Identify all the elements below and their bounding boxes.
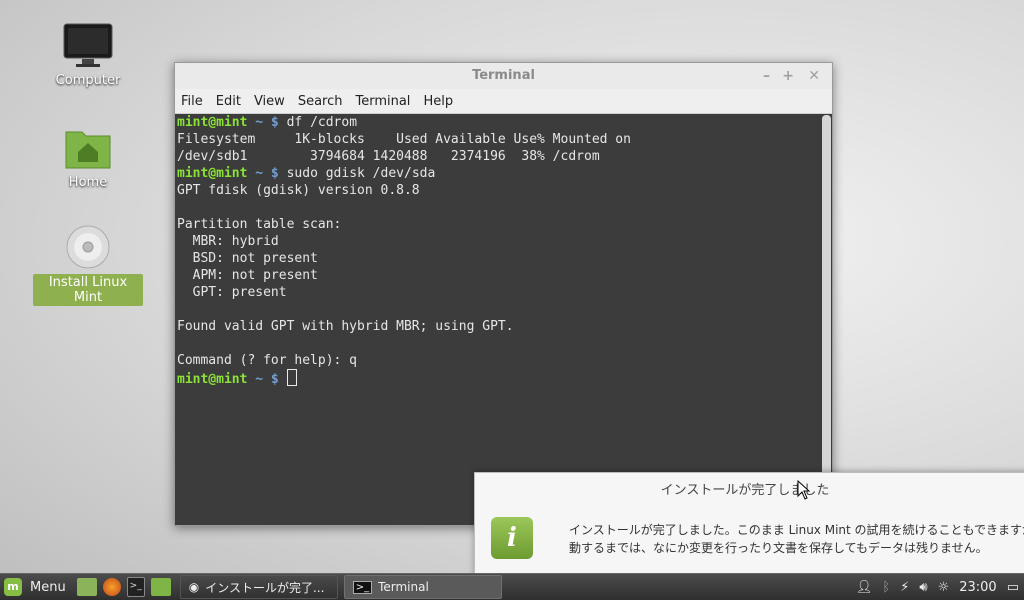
maximize-icon[interactable]: + xyxy=(782,63,794,89)
minimize-icon[interactable]: – xyxy=(763,63,770,89)
terminal-command-line: mint@mint ~ $ xyxy=(177,369,818,388)
desktop-icon-label: Install Linux Mint xyxy=(33,274,143,306)
notification-body: インストールが完了しました。このまま Linux Mint の試用を続けることも… xyxy=(569,521,1024,557)
terminal-output-line: Filesystem 1K-blocks Used Available Use%… xyxy=(177,132,631,147)
menu-search[interactable]: Search xyxy=(298,94,343,109)
prompt-path: ~ $ xyxy=(247,166,287,181)
command-text: df /cdrom xyxy=(286,115,358,130)
menu-help[interactable]: Help xyxy=(423,94,453,109)
volume-icon[interactable]: 🔊︎ xyxy=(919,580,927,595)
desktop-icon-computer[interactable]: Computer xyxy=(33,22,143,89)
mouse-pointer-icon xyxy=(797,480,811,500)
terminal-output-line: /dev/sdb1 3794684 1420488 2374196 38% /c… xyxy=(177,149,600,164)
firefox-icon[interactable] xyxy=(102,578,121,596)
prompt-user: mint@mint xyxy=(177,372,248,387)
terminal-output-line: BSD: not present xyxy=(177,251,318,266)
terminal-output[interactable]: mint@mint ~ $ df /cdrom Filesystem 1K-blo… xyxy=(175,113,820,525)
prompt-path: ~ $ xyxy=(247,115,287,130)
terminal-cursor xyxy=(286,369,297,386)
notification-line: インストールが完了しました。このまま Linux Mint の試用を続けることも… xyxy=(569,523,1024,537)
terminal-command-line: mint@mint ~ $ sudo gdisk /dev/sda xyxy=(177,165,818,182)
clock[interactable]: 23:00 xyxy=(959,580,996,595)
terminal-output-line: Partition table scan: xyxy=(177,217,342,232)
show-desktop-icon[interactable] xyxy=(76,578,97,596)
menu-file[interactable]: File xyxy=(181,94,203,109)
prompt-path: ~ $ xyxy=(247,372,287,387)
desktop-icon-install[interactable]: Install Linux Mint xyxy=(33,224,143,306)
brightness-icon[interactable]: ☼ xyxy=(938,580,950,595)
terminal-output-line: GPT fdisk (gdisk) version 0.8.8 xyxy=(177,183,420,198)
notification-title: インストールが完了しました xyxy=(660,483,830,498)
system-tray: 👤︎ ᛒ ⚡︎ 🔊︎ ☼ 23:00 ▭ xyxy=(851,580,1024,595)
menu-terminal[interactable]: Terminal xyxy=(355,94,410,109)
taskbar-item-terminal[interactable]: >_ Terminal xyxy=(343,575,502,599)
files-launcher-icon[interactable] xyxy=(150,578,171,596)
home-folder-icon xyxy=(65,131,111,169)
cd-small-icon: ◉ xyxy=(188,580,200,594)
desktop-icon-label: Home xyxy=(68,175,108,190)
prompt-user: mint@mint xyxy=(177,115,248,130)
user-icon[interactable]: 👤︎ xyxy=(856,580,873,595)
close-icon[interactable]: ✕ xyxy=(808,63,820,89)
terminal-command-line: mint@mint ~ $ df /cdrom xyxy=(177,114,818,131)
terminal-output-line: Found valid GPT with hybrid MBR; using G… xyxy=(177,319,514,334)
window-title: Terminal xyxy=(472,68,535,83)
install-complete-notification[interactable]: インストールが完了しました i インストールが完了しました。このまま Linux… xyxy=(474,472,1024,578)
desktop-icon-home[interactable]: Home xyxy=(33,126,143,191)
terminal-output-line: GPT: present xyxy=(177,285,287,300)
terminal-launcher-icon[interactable]: >_ xyxy=(126,577,145,597)
mint-logo-icon: m xyxy=(4,578,22,596)
terminal-output-line: APM: not present xyxy=(177,268,318,283)
task-label: Terminal xyxy=(378,580,429,594)
terminal-output-line: MBR: hybrid xyxy=(177,234,279,249)
bluetooth-icon[interactable]: ᛒ xyxy=(882,580,890,595)
monitor-icon xyxy=(63,23,113,67)
prompt-user: mint@mint xyxy=(177,166,248,181)
network-icon[interactable]: ⚡︎ xyxy=(900,580,909,595)
taskbar-item-notification[interactable]: ◉ インストールが完了... xyxy=(179,575,338,599)
menu-edit[interactable]: Edit xyxy=(216,94,241,109)
menu-label: Menu xyxy=(30,579,66,595)
task-label: インストールが完了... xyxy=(205,580,325,595)
display-icon[interactable]: ▭ xyxy=(1007,580,1019,595)
cd-icon xyxy=(66,225,110,269)
menu-view[interactable]: View xyxy=(254,94,285,109)
terminal-menubar: File Edit View Search Terminal Help xyxy=(175,89,832,114)
bottom-panel: m Menu >_ ◉ インストールが完了... >_ Terminal 👤︎ … xyxy=(0,573,1024,600)
terminal-titlebar[interactable]: Terminal – + ✕ xyxy=(175,63,832,89)
terminal-window[interactable]: Terminal – + ✕ File Edit View Search Ter… xyxy=(174,62,833,526)
notification-line: 動するまでは、なにか変更を行ったり文書を保存してもデータは残りません。 xyxy=(569,541,988,555)
info-icon: i xyxy=(491,517,533,559)
desktop-icon-label: Computer xyxy=(55,73,121,88)
terminal-output-line: Command (? for help): q xyxy=(177,353,358,368)
menu-button[interactable]: m Menu xyxy=(0,574,74,600)
command-text: sudo gdisk /dev/sda xyxy=(286,166,436,181)
terminal-scrollbar[interactable] xyxy=(822,115,831,523)
terminal-small-icon: >_ xyxy=(352,580,373,594)
